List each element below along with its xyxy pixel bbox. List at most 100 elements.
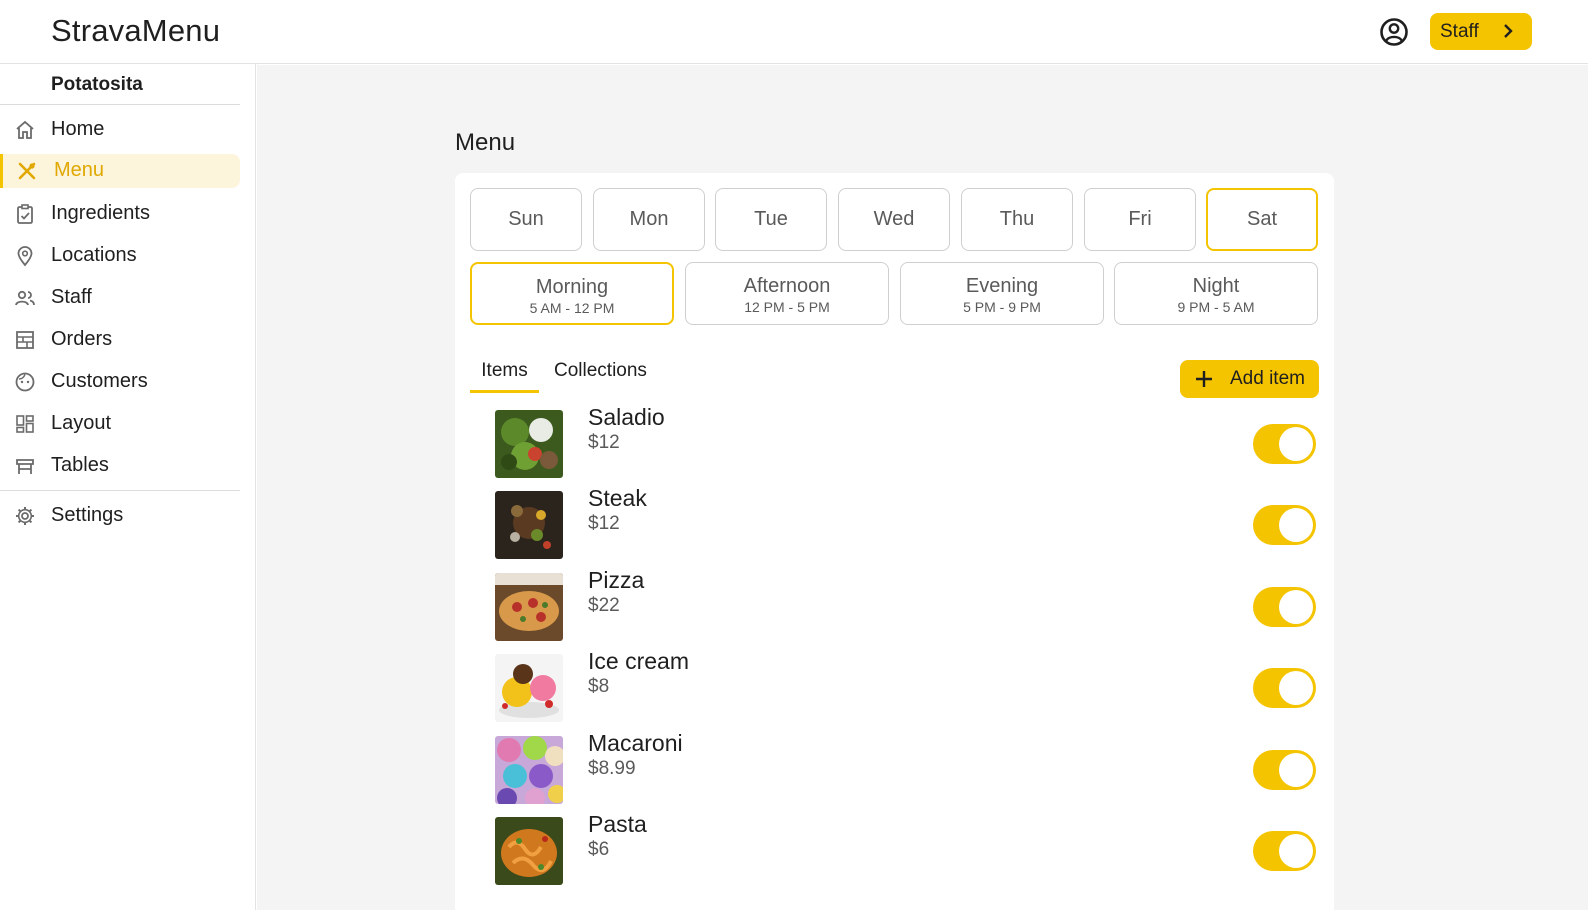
list-item: Ice cream $8 [455,648,1334,724]
orders-icon [16,331,34,349]
chevron-right-icon [1504,24,1513,38]
menu-card: Sun Mon Tue Wed Thu Fri Sat Morning 5 AM… [455,173,1334,910]
slot-time: 12 PM - 5 PM [744,299,830,315]
sidebar-item-label: Menu [54,159,105,181]
item-name: Steak [588,485,647,511]
tab-collections[interactable]: Collections [554,360,647,393]
staff-button-label: Staff [1440,20,1479,42]
page-title: Menu [455,129,516,156]
sidebar-item-locations[interactable]: Locations [0,239,240,273]
app-title: StravaMenu [51,13,221,48]
slot-button-night[interactable]: Night 9 PM - 5 AM [1114,262,1318,325]
item-name: Pizza [588,567,645,593]
item-price: $8 [588,676,610,697]
item-name: Saladio [588,404,665,430]
day-button-tue[interactable]: Tue [715,188,827,251]
sidebar-item-ingredients[interactable]: Ingredients [0,197,240,231]
list-item: Steak $12 [455,485,1334,561]
item-price: $8.99 [588,758,636,779]
day-button-sat[interactable]: Sat [1206,188,1318,251]
gear-icon [16,507,34,525]
toggle-knob [1279,671,1313,705]
item-price: $22 [588,595,620,616]
toggle-knob [1279,590,1313,624]
people-icon [15,290,35,306]
utensils-icon [18,162,36,180]
sidebar-item-settings[interactable]: Settings [0,499,240,533]
availability-toggle[interactable] [1253,505,1316,545]
sidebar-item-label: Locations [51,244,137,266]
toggle-knob [1279,508,1313,542]
list-item: Saladio $12 [455,404,1334,480]
slot-time: 9 PM - 5 AM [1177,299,1255,315]
top-bar: StravaMenu Staff [0,0,1588,64]
slot-name: Night [1192,275,1240,297]
sidebar-item-label: Ingredients [51,202,150,224]
table-icon [16,459,34,474]
toggle-knob [1279,834,1313,868]
dashboard-icon [16,415,34,433]
day-button-wed[interactable]: Wed [838,188,950,251]
item-name: Macaroni [588,730,683,756]
sidebar-item-layout[interactable]: Layout [0,407,240,441]
sidebar-item-customers[interactable]: Customers [0,365,240,399]
face-icon [15,372,35,392]
main-content: Menu Sun Mon Tue Wed Thu Fri Sat Morning… [257,65,1588,910]
slot-button-morning[interactable]: Morning 5 AM - 12 PM [470,262,674,325]
list-item: Pizza $22 [455,567,1334,643]
availability-toggle[interactable] [1253,668,1316,708]
sidebar-item-label: Home [51,118,105,140]
food-thumbnail [495,491,563,559]
food-thumbnail [495,817,563,885]
availability-toggle[interactable] [1253,424,1316,464]
slot-name: Morning [535,276,609,298]
sidebar-item-label: Customers [51,370,148,392]
restaurant-name: Potatosita [51,74,143,95]
slot-button-afternoon[interactable]: Afternoon 12 PM - 5 PM [685,262,889,325]
location-pin-icon [17,246,33,267]
toggle-knob [1279,427,1313,461]
day-button-sun[interactable]: Sun [470,188,582,251]
item-name: Ice cream [588,648,689,674]
food-thumbnail [495,410,563,478]
staff-button[interactable]: Staff [1430,13,1532,50]
food-thumbnail [495,573,563,641]
divider [0,104,240,105]
sidebar-item-tables[interactable]: Tables [0,449,240,483]
availability-toggle[interactable] [1253,587,1316,627]
sidebar-item-label: Layout [51,412,112,434]
sidebar: Potatosita Home Menu Ingredients Locatio… [0,64,256,910]
list-item: Macaroni $8.99 [455,730,1334,806]
add-item-label: Add item [1230,368,1305,389]
item-price: $6 [588,839,610,860]
item-name: Pasta [588,811,647,837]
availability-toggle[interactable] [1253,831,1316,871]
day-button-mon[interactable]: Mon [593,188,705,251]
sidebar-item-label: Settings [51,504,124,526]
account-circle-icon[interactable] [1378,16,1410,48]
slot-time: 5 PM - 9 PM [963,299,1041,315]
slot-name: Afternoon [743,275,831,297]
tab-items[interactable]: Items [470,360,539,393]
sidebar-item-home[interactable]: Home [0,113,240,147]
food-thumbnail [495,736,563,804]
toggle-knob [1279,753,1313,787]
day-button-thu[interactable]: Thu [961,188,1073,251]
sidebar-item-label: Orders [51,328,113,350]
divider [0,490,240,491]
slot-button-evening[interactable]: Evening 5 PM - 9 PM [900,262,1104,325]
list-item: Pasta $6 [455,811,1334,887]
food-thumbnail [495,654,563,722]
sidebar-item-orders[interactable]: Orders [0,323,240,357]
sidebar-item-label: Staff [51,286,92,308]
clipboard-check-icon [17,204,33,224]
sidebar-item-label: Tables [51,454,109,476]
sidebar-item-staff[interactable]: Staff [0,281,240,315]
plus-icon [1196,371,1212,387]
availability-toggle[interactable] [1253,750,1316,790]
sidebar-item-menu[interactable]: Menu [0,154,240,188]
item-price: $12 [588,432,620,453]
day-button-fri[interactable]: Fri [1084,188,1196,251]
slot-name: Evening [965,275,1039,297]
add-item-button[interactable]: Add item [1180,360,1319,398]
